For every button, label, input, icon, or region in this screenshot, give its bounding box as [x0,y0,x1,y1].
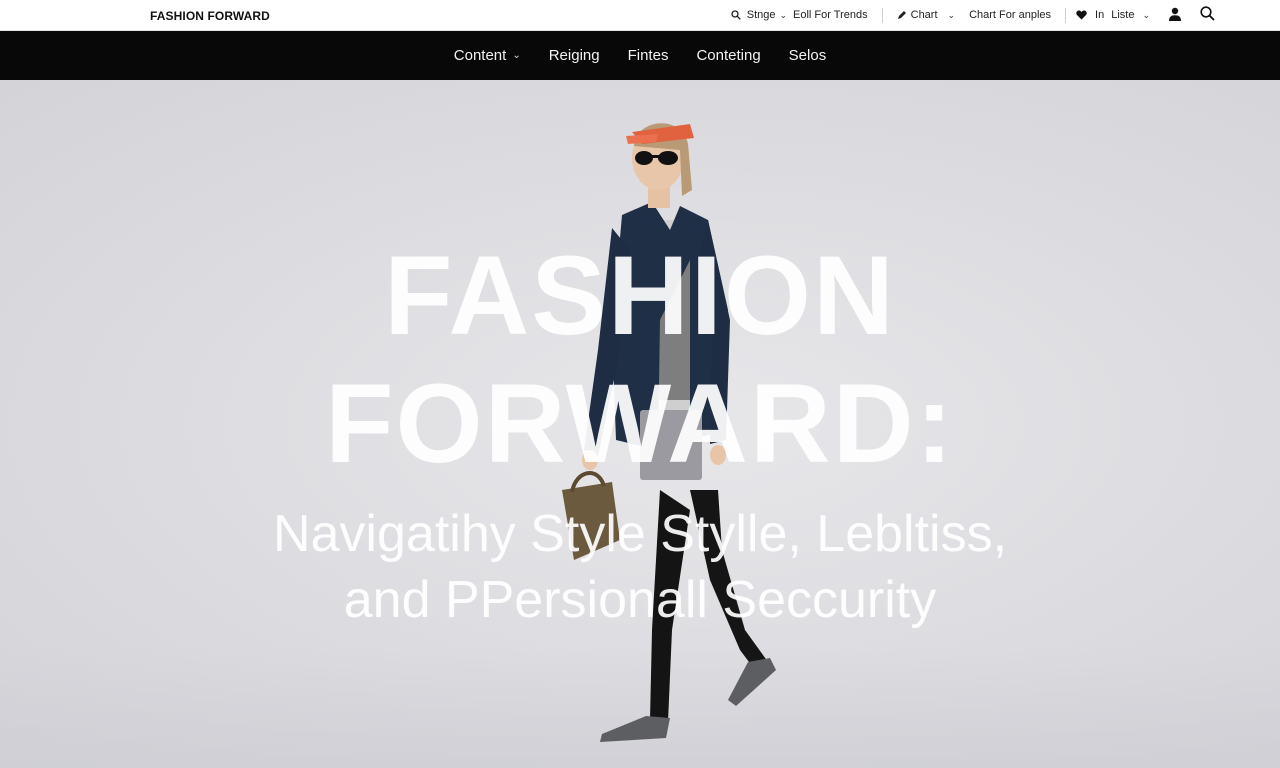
search-icon [1199,6,1215,24]
heart-icon [1076,10,1087,20]
account-button[interactable] [1164,4,1186,26]
nav-item-label: Fintes [627,47,669,64]
shop-label: Stnge [746,9,776,21]
chevron-down-icon: ⌄ [947,9,956,20]
nav-item-label: Reiging [548,47,600,64]
user-icon [1168,7,1182,24]
hero-headline-line1: FASHION [384,233,896,358]
hero-subtitle-line2: and PPersionall Seccurity [343,571,937,629]
main-nav: Content ⌄ Reiging Fintes Conteting Selos [0,31,1280,80]
chart-examples-label[interactable]: Chart For anples [969,9,1051,21]
nav-item-label: Content [453,47,507,64]
hero-headline-line2: FORWARD: [325,361,955,486]
utility-bar: FASHION FORWARD Stnge ⌄ Eoll For Trends … [0,0,1280,31]
list-prefix: In [1095,9,1105,21]
list-label: Liste [1111,9,1135,21]
shop-search-link[interactable]: Stnge ⌄ Eoll For Trends [731,9,868,21]
nav-item-label: Conteting [696,47,761,64]
brand-logo[interactable]: FASHION FORWARD [150,9,270,23]
nav-item-content[interactable]: Content ⌄ [454,47,521,64]
chart-link[interactable]: Chart ⌄ Chart For anples [897,9,1051,21]
search-icon [731,10,741,20]
divider [1065,7,1067,23]
nav-item-fintes[interactable]: Fintes [628,47,669,64]
chevron-down-icon: ⌄ [779,9,788,20]
hero-banner: FASHION FORWARD: Navigatihy Style Stylle… [0,80,1280,768]
search-button[interactable] [1196,4,1218,26]
utility-links: Stnge ⌄ Eoll For Trends Chart ⌄ Chart Fo… [731,0,1218,30]
wishlist-link[interactable]: In Liste ⌄ [1076,9,1150,21]
chevron-down-icon: ⌄ [1142,9,1150,20]
chart-label: Chart [910,9,938,21]
trends-label[interactable]: Eoll For Trends [793,9,868,21]
nav-item-reiging[interactable]: Reiging [549,47,600,64]
nav-item-conteting[interactable]: Conteting [696,47,760,64]
divider [881,7,883,23]
nav-item-label: Selos [788,47,827,64]
chevron-down-icon: ⌄ [512,50,521,61]
nav-item-selos[interactable]: Selos [789,47,827,64]
hero-subtitle-line1: Navigatihy Style Stylle, Lebltiss, [272,505,1008,563]
pen-icon [897,10,907,20]
